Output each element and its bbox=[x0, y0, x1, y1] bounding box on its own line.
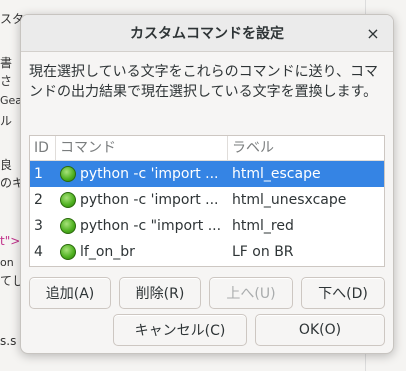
row-label: html_unesxcape bbox=[232, 192, 347, 208]
bg-text-line: 書 bbox=[0, 56, 13, 70]
row-label: LF on BR bbox=[232, 244, 294, 260]
custom-command-dialog: カスタムコマンドを設定 × 現在選択している文字をこれらのコマンドに送り、コマン… bbox=[20, 14, 394, 354]
bg-text-line: s.s bbox=[0, 334, 17, 348]
row-command: python -c 'import ... bbox=[56, 166, 228, 182]
row-id: 4 bbox=[34, 244, 43, 260]
move-down-button[interactable]: 下へ(D) bbox=[301, 277, 385, 309]
table-row[interactable]: 3 python -c "import ... html_red bbox=[30, 213, 384, 239]
bg-text-line: 良 bbox=[0, 158, 13, 172]
column-header-command[interactable]: コマンド bbox=[56, 136, 228, 160]
bg-text-line: ル bbox=[0, 114, 13, 128]
dialog-description: 現在選択している文字をこれらのコマンドに送り、コマンドの出力結果で現在選択してい… bbox=[29, 64, 379, 100]
bg-text-line: Gea bbox=[0, 94, 23, 107]
row-command-text: lf_on_br bbox=[80, 244, 135, 260]
row-id: 1 bbox=[34, 166, 43, 182]
ok-button[interactable]: OK(O) bbox=[255, 314, 385, 346]
table-row[interactable]: 1 python -c 'import ... html_escape bbox=[30, 161, 384, 187]
row-id: 2 bbox=[34, 192, 43, 208]
column-header-label[interactable]: ラベル bbox=[228, 136, 384, 160]
bg-text-line: さ bbox=[0, 74, 13, 88]
add-button[interactable]: 追加(A) bbox=[29, 277, 111, 309]
row-label: html_red bbox=[232, 218, 294, 234]
dialog-titlebar: カスタムコマンドを設定 × bbox=[21, 15, 393, 52]
row-command-text: python -c 'import ... bbox=[80, 192, 219, 208]
command-table[interactable]: ID コマンド ラベル 1 python -c 'import ... html… bbox=[29, 135, 385, 267]
green-circle-icon bbox=[60, 218, 76, 234]
move-up-button[interactable]: 上へ(U) bbox=[209, 277, 293, 309]
table-header: ID コマンド ラベル bbox=[30, 136, 384, 161]
bg-text-line: on bbox=[0, 256, 14, 269]
row-command-text: python -c 'import ... bbox=[80, 166, 219, 182]
cancel-button[interactable]: キャンセル(C) bbox=[113, 314, 247, 346]
row-command: python -c "import ... bbox=[56, 218, 228, 234]
green-circle-icon bbox=[60, 192, 76, 208]
table-row[interactable]: 4 lf_on_br LF on BR bbox=[30, 239, 384, 265]
green-circle-icon bbox=[60, 166, 76, 182]
table-row[interactable]: 2 python -c 'import ... html_unesxcape bbox=[30, 187, 384, 213]
row-command: python -c 'import ... bbox=[56, 192, 228, 208]
green-circle-icon bbox=[60, 244, 76, 260]
row-id: 3 bbox=[34, 218, 43, 234]
row-label: html_escape bbox=[232, 166, 321, 182]
close-icon[interactable]: × bbox=[363, 23, 383, 43]
column-header-id[interactable]: ID bbox=[30, 136, 56, 160]
bg-text-line: t"> bbox=[0, 234, 21, 248]
dialog-title: カスタムコマンドを設定 bbox=[130, 26, 284, 42]
row-command: lf_on_br bbox=[56, 244, 228, 260]
delete-button[interactable]: 削除(R) bbox=[119, 277, 201, 309]
row-command-text: python -c "import ... bbox=[80, 218, 222, 234]
